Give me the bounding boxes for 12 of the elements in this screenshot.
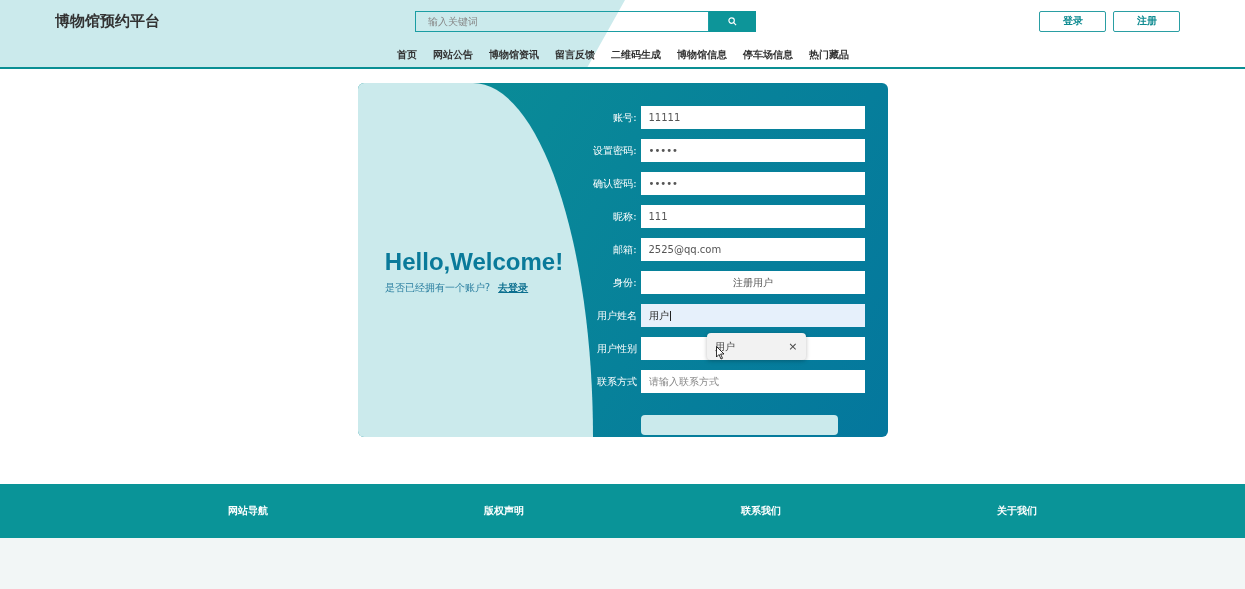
field-label: 联系方式 (596, 374, 637, 389)
field-label: 账号: (613, 110, 637, 125)
field-label: 昵称: (613, 209, 637, 224)
welcome-heading: Hello,Welcome! (384, 247, 564, 276)
field-label: 设置密码: (593, 143, 637, 158)
field-label: 确认密码: (593, 176, 637, 191)
field-label: 身份: (613, 275, 637, 290)
field-label: 邮箱: (613, 242, 637, 257)
field-label: 用户性别 (596, 341, 637, 356)
site-title: 博物馆预约平台 (55, 11, 161, 31)
account-prompt: 是否已经拥有一个账户? (384, 280, 491, 295)
field-label: 用户姓名 (596, 308, 637, 323)
